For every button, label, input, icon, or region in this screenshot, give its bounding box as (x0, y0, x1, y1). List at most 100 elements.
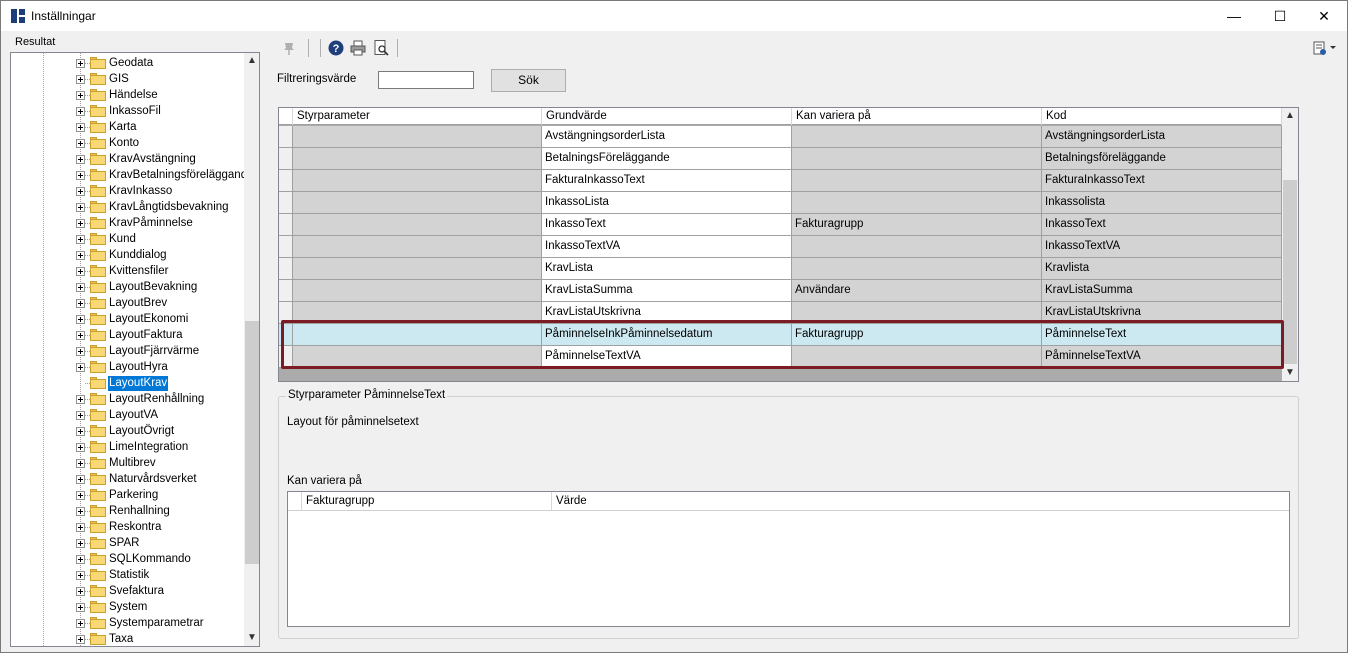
variation-grid[interactable]: Fakturagrupp Värde (287, 491, 1290, 627)
tree-item[interactable]: KravInkasso (75, 183, 255, 199)
tree-item-label[interactable]: SQLKommando (108, 552, 192, 567)
tree-item[interactable]: Naturvårdsverket (75, 471, 255, 487)
tree-item-label[interactable]: KravInkasso (108, 184, 173, 199)
expand-icon[interactable] (76, 635, 85, 644)
row-selector[interactable] (279, 280, 293, 302)
tree-item[interactable]: Reskontra (75, 519, 255, 535)
column-header-grundvarde[interactable]: Grundvärde (542, 108, 792, 125)
cell-kan-variera[interactable] (792, 192, 1042, 214)
table-row[interactable]: InkassoLista Inkassolista (279, 192, 1282, 214)
expand-icon[interactable] (76, 235, 85, 244)
row-selector[interactable] (279, 148, 293, 170)
cell-styrparameter[interactable] (293, 280, 542, 302)
tree-item-label[interactable]: Kvittensfiler (108, 264, 169, 279)
help-icon[interactable]: ? (327, 39, 345, 57)
tree-item[interactable]: KravLångtidsbevakning (75, 199, 255, 215)
tree-item[interactable]: Kund (75, 231, 255, 247)
tree-item-label[interactable]: LayoutÖvrigt (108, 424, 175, 439)
tree-item-label[interactable]: Parkering (108, 488, 159, 503)
tree-scrollbar[interactable]: ▲ ▼ (244, 53, 259, 646)
expand-icon[interactable] (76, 331, 85, 340)
cell-grundvarde[interactable]: KravLista (542, 258, 792, 280)
expand-icon[interactable] (76, 507, 85, 516)
tree-item-label[interactable]: KravBetalningsföreläggande (108, 168, 255, 183)
cell-kan-variera[interactable]: Användare (792, 280, 1042, 302)
row-selector[interactable] (279, 192, 293, 214)
pin-icon[interactable] (280, 39, 298, 57)
tree-item-label[interactable]: LayoutFaktura (108, 328, 184, 343)
expand-icon[interactable] (76, 427, 85, 436)
cell-kod[interactable]: Betalningsföreläggande (1042, 148, 1282, 170)
tree-item-label[interactable]: GIS (108, 72, 130, 87)
tree-item-label[interactable]: Karta (108, 120, 138, 135)
tree-item[interactable]: Kunddialog (75, 247, 255, 263)
column-header-varde[interactable]: Värde (552, 492, 1289, 511)
cell-grundvarde[interactable]: InkassoTextVA (542, 236, 792, 258)
scroll-up-icon[interactable]: ▲ (1282, 108, 1298, 124)
tree-item[interactable]: LayoutFaktura (75, 327, 255, 343)
tree-item-label[interactable]: Systemparametrar (108, 616, 205, 631)
tree-item[interactable]: LayoutFjärrvärme (75, 343, 255, 359)
cell-kod[interactable]: InkassoTextVA (1042, 236, 1282, 258)
expand-icon[interactable] (76, 267, 85, 276)
cell-grundvarde[interactable]: FakturaInkassoText (542, 170, 792, 192)
cell-grundvarde[interactable]: KravListaSumma (542, 280, 792, 302)
tree-item[interactable]: GIS (75, 71, 255, 87)
cell-kan-variera[interactable] (792, 236, 1042, 258)
tree-item[interactable]: Renhallning (75, 503, 255, 519)
tree-item[interactable]: LayoutVA (75, 407, 255, 423)
scroll-down-icon[interactable]: ▼ (1282, 365, 1298, 381)
expand-icon[interactable] (76, 171, 85, 180)
tree-item-label[interactable]: SPAR (108, 536, 140, 551)
tree-item[interactable]: LayoutEkonomi (75, 311, 255, 327)
tree-item[interactable]: Karta (75, 119, 255, 135)
tree-item[interactable]: Kvittensfiler (75, 263, 255, 279)
tree-item-label[interactable]: Händelse (108, 88, 159, 103)
tree-item[interactable]: InkassoFil (75, 103, 255, 119)
column-header-kan-variera[interactable]: Kan variera på (792, 108, 1042, 125)
table-row[interactable]: BetalningsFöreläggande Betalningsförelägg… (279, 148, 1282, 170)
expand-icon[interactable] (76, 571, 85, 580)
expand-icon[interactable] (76, 555, 85, 564)
tree-item-label[interactable]: InkassoFil (108, 104, 162, 119)
cell-grundvarde[interactable]: InkassoText (542, 214, 792, 236)
grid-scroll-thumb[interactable] (1283, 180, 1297, 364)
settings-menu-icon[interactable] (1312, 39, 1336, 57)
tree-item[interactable]: LimeIntegration (75, 439, 255, 455)
tree-item-label[interactable]: System (108, 600, 148, 615)
search-button[interactable]: Sök (491, 69, 566, 92)
expand-icon[interactable] (76, 123, 85, 132)
cell-kod[interactable]: AvstängningsorderLista (1042, 126, 1282, 148)
cell-grundvarde[interactable]: AvstängningsorderLista (542, 126, 792, 148)
print-icon[interactable] (349, 39, 367, 57)
expand-icon[interactable] (76, 91, 85, 100)
filter-input[interactable] (378, 71, 474, 89)
cell-kod[interactable]: Kravlista (1042, 258, 1282, 280)
column-header-kod[interactable]: Kod (1042, 108, 1282, 125)
print-preview-icon[interactable] (372, 39, 390, 57)
tree-item[interactable]: SQLKommando (75, 551, 255, 567)
cell-kan-variera[interactable] (792, 170, 1042, 192)
tree-item[interactable]: LayoutKrav (75, 375, 255, 391)
cell-grundvarde[interactable]: InkassoLista (542, 192, 792, 214)
table-row[interactable]: InkassoText Fakturagrupp InkassoText (279, 214, 1282, 236)
tree-item-label[interactable]: KravPåminnelse (108, 216, 194, 231)
expand-icon[interactable] (76, 523, 85, 532)
tree-item[interactable]: KravBetalningsföreläggande (75, 167, 255, 183)
expand-icon[interactable] (76, 491, 85, 500)
tree-item-label[interactable]: LayoutVA (108, 408, 159, 423)
tree-item-label[interactable]: KravAvstängning (108, 152, 197, 167)
tree-item[interactable]: Händelse (75, 87, 255, 103)
tree-item[interactable]: Konto (75, 135, 255, 151)
expand-icon[interactable] (76, 59, 85, 68)
expand-icon[interactable] (76, 187, 85, 196)
scroll-up-icon[interactable]: ▲ (244, 53, 259, 69)
expand-icon[interactable] (76, 315, 85, 324)
tree-item-label[interactable]: Renhallning (108, 504, 171, 519)
tree-item[interactable]: Geodata (75, 55, 255, 71)
tree-item[interactable]: Statistik (75, 567, 255, 583)
row-selector[interactable] (279, 236, 293, 258)
cell-kod[interactable]: Inkassolista (1042, 192, 1282, 214)
cell-kan-variera[interactable] (792, 148, 1042, 170)
expand-icon[interactable] (76, 139, 85, 148)
